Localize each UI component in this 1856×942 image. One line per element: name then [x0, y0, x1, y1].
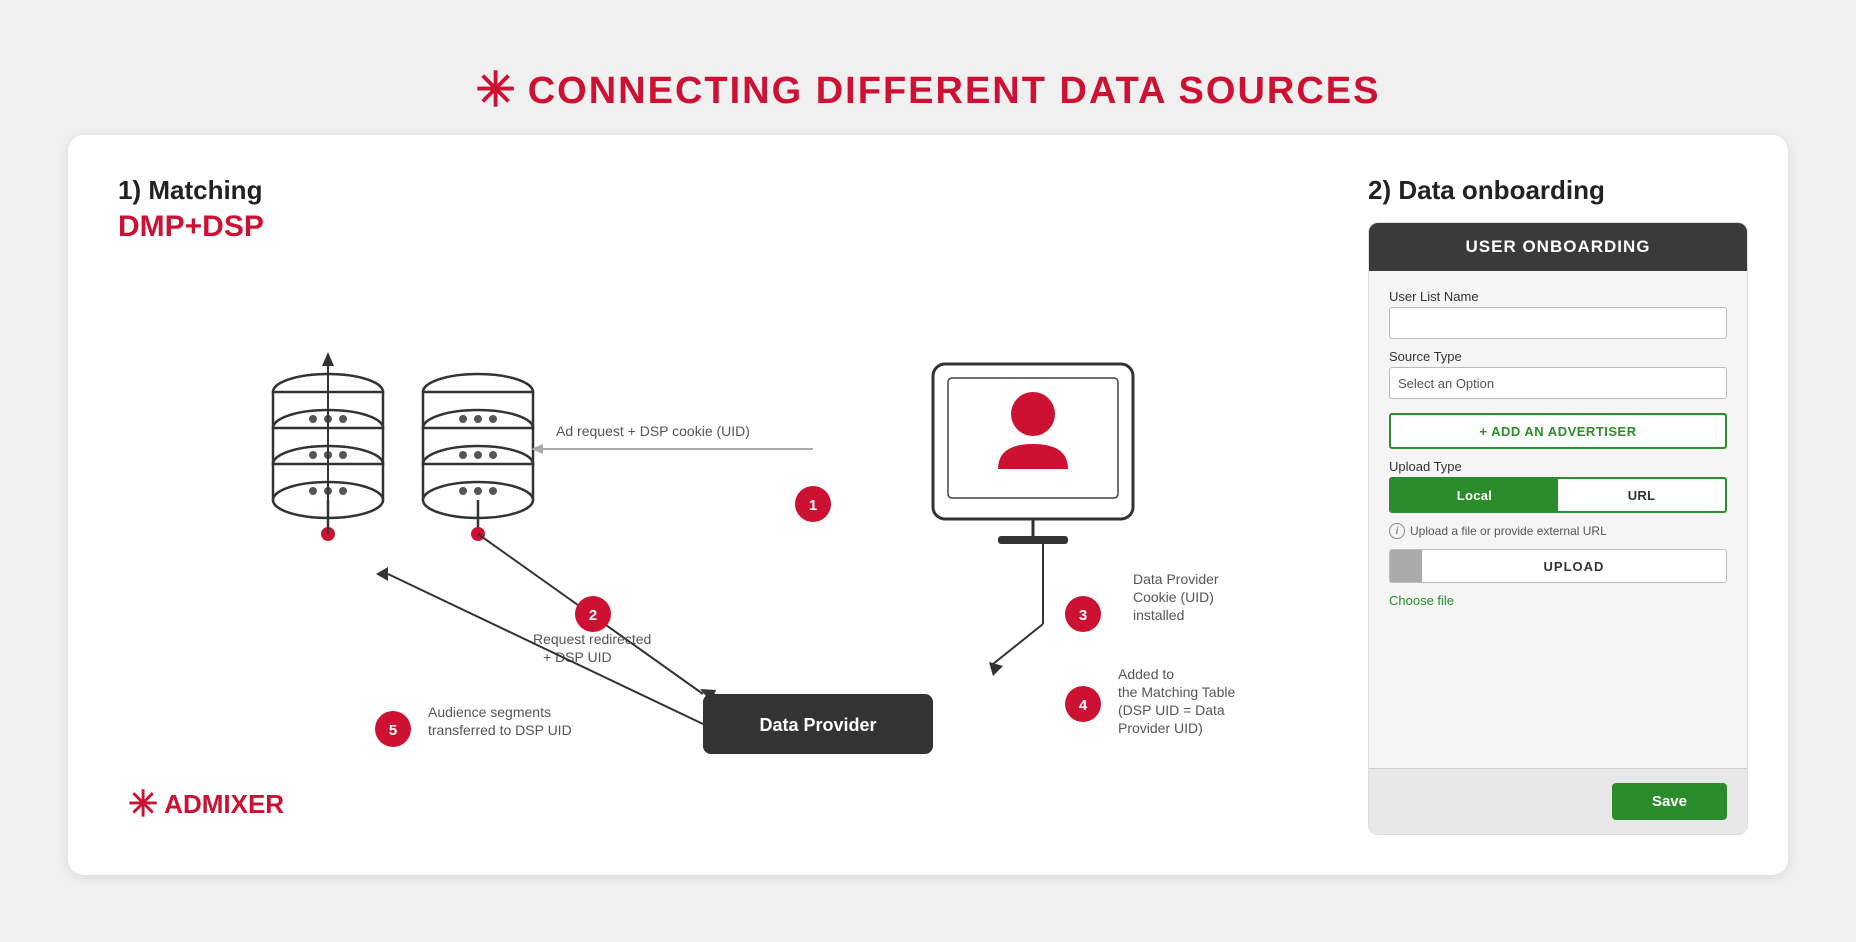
choose-file-link[interactable]: Choose file [1389, 593, 1727, 608]
right-section: 2) Data onboarding USER ONBOARDING User … [1368, 175, 1748, 835]
svg-text:Provider UID): Provider UID) [1118, 720, 1203, 736]
panel-header: USER ONBOARDING [1369, 223, 1747, 271]
svg-text:+ DSP UID: + DSP UID [543, 649, 612, 665]
left-section: 1) Matching DMP+DSP [118, 175, 1328, 835]
svg-text:Cookie (UID): Cookie (UID) [1133, 589, 1214, 605]
svg-text:4: 4 [1079, 697, 1088, 714]
add-advertiser-button[interactable]: + ADD AN ADVERTISER [1389, 413, 1727, 449]
upload-type-field-group: Upload Type Local URL [1389, 459, 1727, 513]
title-asterisk-icon: ✳ [476, 67, 516, 115]
database-2 [423, 374, 533, 541]
svg-text:5: 5 [389, 722, 397, 739]
upload-info: i Upload a file or provide external URL [1389, 523, 1727, 539]
matching-section-label: 1) Matching [118, 175, 1328, 206]
svg-text:transferred to DSP UID: transferred to DSP UID [428, 722, 572, 738]
svg-text:3: 3 [1079, 607, 1087, 624]
info-icon: i [1389, 523, 1405, 539]
admixer-asterisk-icon: ✳ [128, 783, 158, 825]
upload-local-button[interactable]: Local [1391, 479, 1558, 511]
dmp-dsp-label: DMP+DSP [118, 210, 1328, 244]
admixer-logo: ✳ ADMIXER [128, 783, 284, 825]
upload-button[interactable]: UPLOAD [1422, 550, 1726, 582]
user-list-name-field-group: User List Name [1389, 289, 1727, 339]
svg-text:2: 2 [589, 607, 597, 624]
save-button[interactable]: Save [1612, 783, 1727, 820]
svg-text:Data Provider: Data Provider [1133, 571, 1219, 587]
diagram-area: Ad request + DSP cookie (UID) 1 [118, 274, 1328, 834]
upload-info-text: Upload a file or provide external URL [1410, 524, 1607, 538]
source-type-select[interactable]: Select an Option [1389, 367, 1727, 399]
data-onboarding-label: 2) Data onboarding [1368, 175, 1748, 206]
svg-text:installed: installed [1133, 607, 1184, 623]
svg-text:Added to: Added to [1118, 666, 1174, 682]
source-type-field-group: Source Type Select an Option [1389, 349, 1727, 399]
user-list-name-input[interactable] [1389, 307, 1727, 339]
admixer-text: ADMIXER [164, 789, 284, 820]
svg-text:Request redirected: Request redirected [533, 631, 651, 647]
svg-text:Audience segments: Audience segments [428, 704, 551, 720]
source-type-label: Source Type [1389, 349, 1727, 364]
panel-footer: Save [1369, 768, 1747, 834]
upload-type-label: Upload Type [1389, 459, 1727, 474]
upload-handle [1390, 550, 1422, 582]
svg-text:(DSP UID = Data: (DSP UID = Data [1118, 702, 1225, 718]
onboarding-panel: USER ONBOARDING User List Name Source Ty… [1368, 222, 1748, 835]
upload-row: UPLOAD [1389, 549, 1727, 583]
page-title: CONNECTING DIFFERENT DATA SOURCES [528, 70, 1381, 113]
diagram-svg: Ad request + DSP cookie (UID) 1 [118, 274, 1328, 834]
svg-text:Data Provider: Data Provider [759, 715, 876, 735]
svg-text:Ad request + DSP cookie (UID): Ad request + DSP cookie (UID) [556, 423, 750, 439]
monitor [933, 364, 1133, 544]
main-card: 1) Matching DMP+DSP [68, 135, 1788, 875]
page-title-bar: ✳ CONNECTING DIFFERENT DATA SOURCES [476, 67, 1381, 115]
svg-text:1: 1 [809, 497, 817, 514]
upload-url-button[interactable]: URL [1558, 479, 1725, 511]
panel-body: User List Name Source Type Select an Opt… [1369, 271, 1747, 768]
svg-text:the Matching Table: the Matching Table [1118, 684, 1235, 700]
upload-type-toggle: Local URL [1389, 477, 1727, 513]
user-list-name-label: User List Name [1389, 289, 1727, 304]
